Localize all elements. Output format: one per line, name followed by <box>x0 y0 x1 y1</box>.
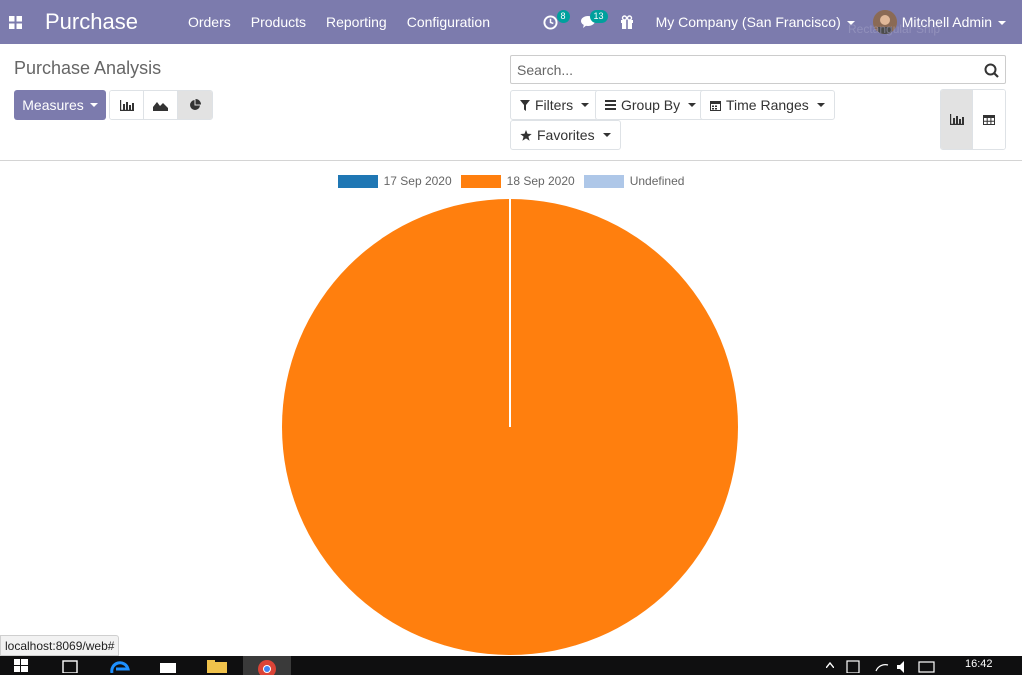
keyboard-icon[interactable] <box>918 659 936 673</box>
chevron-down-icon <box>816 103 825 107</box>
filters-button[interactable]: Filters <box>510 90 600 120</box>
legend-item[interactable]: 17 Sep 2020 <box>337 174 452 188</box>
activity-button[interactable]: 8 <box>538 0 570 44</box>
gift-icon <box>620 15 633 29</box>
store-icon[interactable] <box>158 659 178 673</box>
legend-swatch <box>460 174 501 188</box>
systray: 8 13 My Company (San Francisco) Mitchell… <box>538 0 1022 44</box>
windows-taskbar: 16:42 <box>0 656 1022 675</box>
filter-icon <box>520 99 530 111</box>
favorites-button[interactable]: Favorites <box>510 120 621 150</box>
pie-chart-button[interactable] <box>178 91 212 119</box>
messages-badge: 13 <box>589 10 608 23</box>
company-name: My Company (San Francisco) <box>655 14 841 30</box>
legend-label: Undefined <box>629 174 685 188</box>
timeranges-label: Time Ranges <box>726 97 809 113</box>
clock-icon <box>543 14 558 30</box>
control-panel: Purchase Analysis Measures Search... Fil… <box>0 44 1022 161</box>
activity-badge: 8 <box>556 10 570 23</box>
chevron-up-icon[interactable] <box>826 662 834 668</box>
legend-swatch <box>583 174 624 188</box>
windows-start-icon[interactable] <box>14 659 28 672</box>
chrome-taskbar-tab[interactable] <box>243 656 291 675</box>
chrome-icon <box>258 660 276 675</box>
search-input[interactable] <box>517 61 977 79</box>
menu-configuration[interactable]: Configuration <box>407 14 490 30</box>
menu-reporting[interactable]: Reporting <box>326 14 387 30</box>
search-box <box>510 55 1006 84</box>
legend-label: 17 Sep 2020 <box>383 174 452 188</box>
legend-label: 18 Sep 2020 <box>506 174 575 188</box>
gift-button[interactable] <box>614 0 640 44</box>
app-title[interactable]: Purchase <box>45 9 138 35</box>
search-icon[interactable] <box>984 63 999 78</box>
snip-ghost-text: Rectangular Snip <box>848 22 941 36</box>
menu-orders[interactable]: Orders <box>188 14 231 30</box>
menu-products[interactable]: Products <box>251 14 306 30</box>
groupby-label: Group By <box>621 97 681 113</box>
wifi-icon[interactable] <box>874 659 890 673</box>
company-switcher[interactable]: My Company (San Francisco) <box>656 14 855 30</box>
line-chart-button[interactable] <box>144 91 178 119</box>
measures-label: Measures <box>22 97 84 113</box>
messages-button[interactable]: 13 <box>576 0 608 44</box>
chart-type-switcher <box>109 90 213 120</box>
status-url: localhost:8069/web# <box>0 635 120 656</box>
chevron-down-icon <box>688 103 697 107</box>
legend-item[interactable]: Undefined <box>583 174 685 188</box>
view-switcher <box>940 89 1006 150</box>
clock: 16:42 <box>965 658 993 670</box>
task-view-icon[interactable] <box>60 659 80 673</box>
grid-icon[interactable] <box>0 0 30 44</box>
bar-chart-button[interactable] <box>110 91 144 119</box>
network-icon[interactable] <box>846 659 862 673</box>
chevron-down-icon <box>89 103 98 107</box>
star-icon <box>520 129 532 141</box>
top-navbar: Purchase Orders Products Reporting Confi… <box>0 0 1022 44</box>
folder-icon[interactable] <box>206 659 228 673</box>
favorites-label: Favorites <box>537 127 595 143</box>
measures-button[interactable]: Measures <box>14 90 106 120</box>
area-chart-icon <box>153 101 168 111</box>
calendar-icon <box>710 100 721 111</box>
app-window: Purchase Orders Products Reporting Confi… <box>0 0 1022 675</box>
edge-icon[interactable] <box>110 659 130 673</box>
graph-view-icon <box>949 114 964 125</box>
page-title: Purchase Analysis <box>14 58 162 78</box>
pie-chart-icon <box>190 99 201 110</box>
chart-area: 17 Sep 2020 18 Sep 2020 Undefined <box>0 162 1022 655</box>
pivot-view-icon <box>983 114 995 125</box>
legend-swatch <box>337 174 378 188</box>
bars-icon <box>605 100 616 110</box>
pie-chart <box>282 199 738 655</box>
chart-legend: 17 Sep 2020 18 Sep 2020 Undefined <box>0 174 1022 188</box>
chevron-down-icon <box>581 103 590 107</box>
chevron-down-icon <box>602 133 611 137</box>
volume-icon[interactable] <box>896 659 912 673</box>
filters-label: Filters <box>535 97 574 113</box>
chevron-down-icon <box>998 21 1006 26</box>
timeranges-button[interactable]: Time Ranges <box>700 90 835 120</box>
graph-view-button[interactable] <box>941 90 974 149</box>
pivot-view-button[interactable] <box>973 90 1005 149</box>
legend-item[interactable]: 18 Sep 2020 <box>460 174 575 188</box>
bar-chart-icon <box>119 99 134 111</box>
groupby-button[interactable]: Group By <box>595 90 707 120</box>
